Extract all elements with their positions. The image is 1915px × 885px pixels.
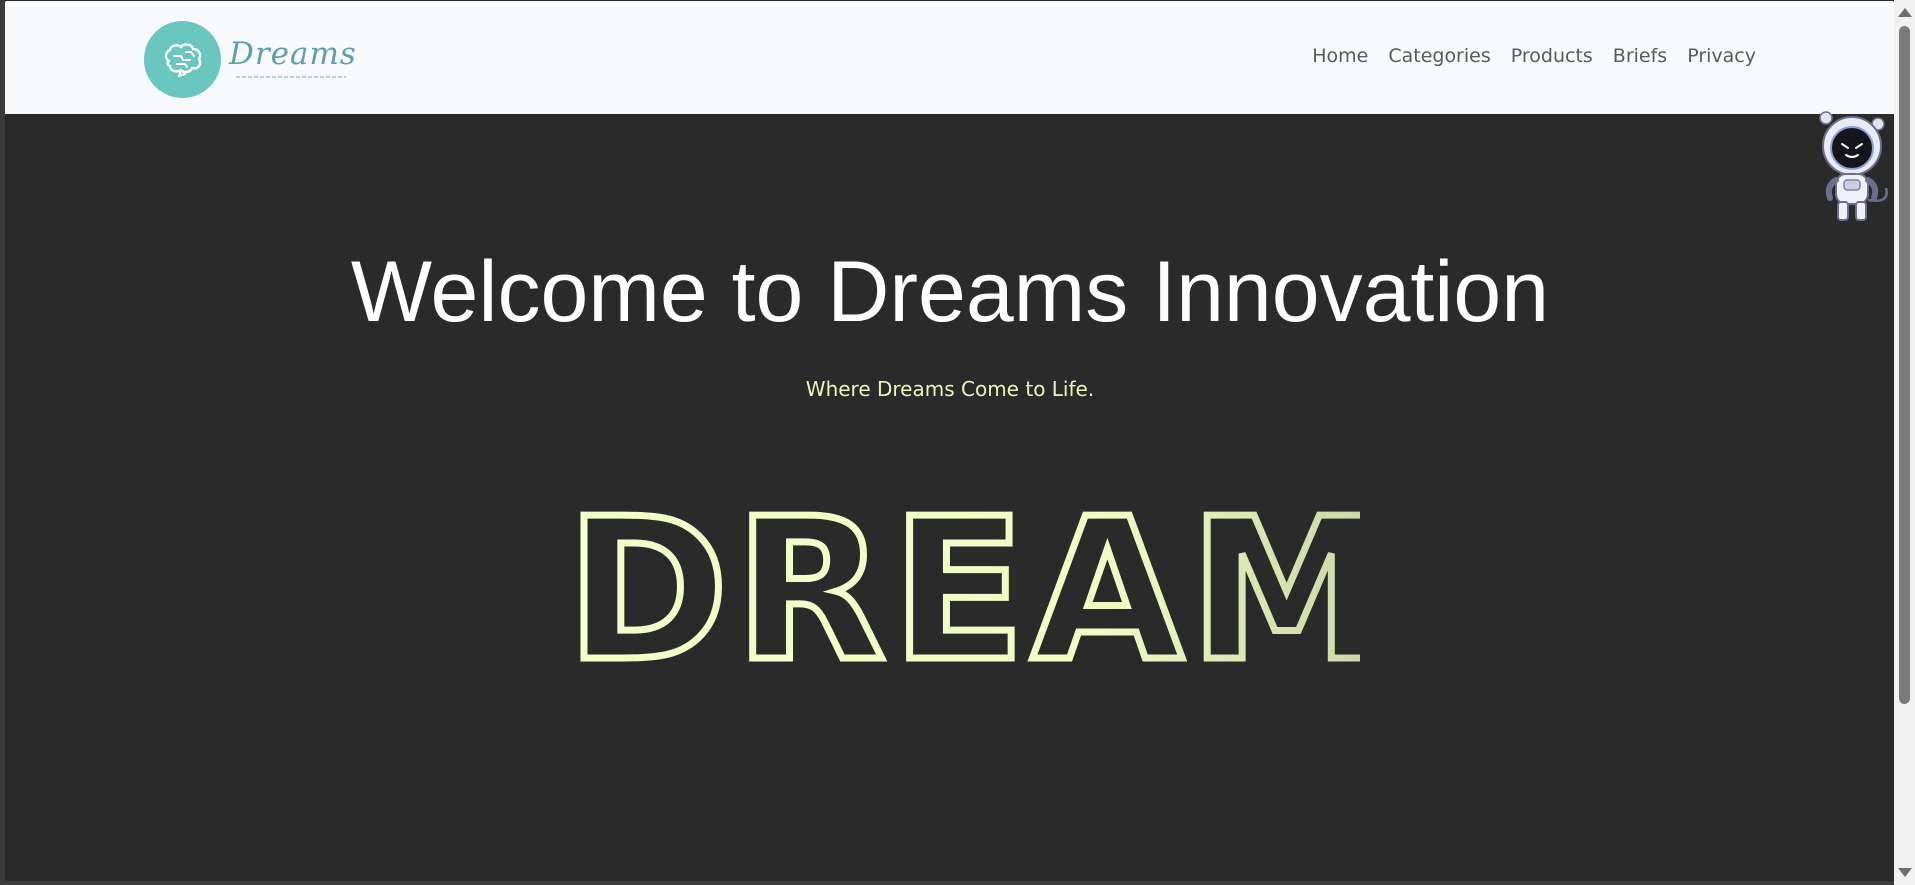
- hero-title: Welcome to Dreams Innovation: [350, 244, 1550, 340]
- scroll-up-arrow-icon[interactable]: [1898, 8, 1912, 17]
- navbar: Dreams Home Categories Products Briefs P…: [5, 1, 1894, 114]
- window-left-border: [0, 0, 5, 885]
- scrollbar-thumb[interactable]: [1899, 26, 1910, 704]
- hero-subtitle: Where Dreams Come to Life.: [805, 377, 1095, 401]
- brand-logo[interactable]: Dreams: [144, 21, 357, 98]
- dreams-outline-text: DREAMS: [566, 490, 1360, 690]
- brain-icon: [144, 21, 221, 98]
- nav-categories[interactable]: Categories: [1388, 45, 1490, 67]
- nav-privacy[interactable]: Privacy: [1687, 45, 1756, 67]
- astronaut-mascot-icon[interactable]: [1808, 108, 1894, 229]
- vertical-scrollbar[interactable]: [1894, 0, 1915, 885]
- brand-name: Dreams: [229, 35, 357, 72]
- nav-home[interactable]: Home: [1312, 45, 1368, 67]
- main-nav: Home Categories Products Briefs Privacy: [1312, 45, 1756, 67]
- brand-tagline-line: [236, 76, 346, 78]
- scroll-down-arrow-icon[interactable]: [1898, 868, 1912, 877]
- nav-briefs[interactable]: Briefs: [1613, 45, 1667, 67]
- window-bottom-border: [0, 881, 1894, 885]
- nav-products[interactable]: Products: [1511, 45, 1593, 67]
- dreams-outline-wordmark: DREAMS: [563, 490, 1361, 690]
